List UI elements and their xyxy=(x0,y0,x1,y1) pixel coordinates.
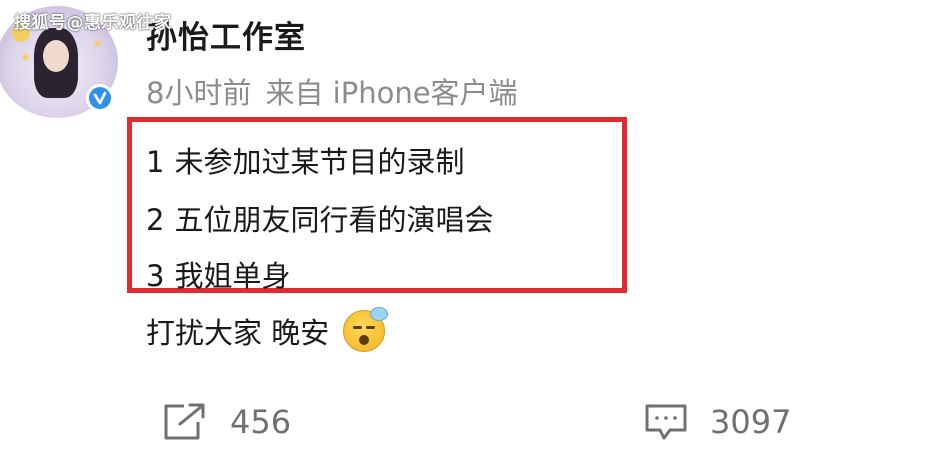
repost-icon xyxy=(164,403,205,440)
comment-icon xyxy=(645,404,687,440)
post-time: 8小时前 xyxy=(146,76,252,110)
verified-badge-icon xyxy=(86,84,114,112)
list-item: 2 五位朋友同行看的演唱会 xyxy=(146,203,494,237)
post-meta: 8小时前 来自 iPhone客户端 xyxy=(146,70,532,112)
list-item: 3 我姐单身 xyxy=(146,259,291,293)
comment-button[interactable]: 3097 xyxy=(644,402,791,442)
watermark: 搜狐号@惠乐观往家 xyxy=(14,13,172,33)
comment-count: 3097 xyxy=(710,403,792,441)
repost-button[interactable]: 456 xyxy=(162,402,291,442)
list-item: 1 未参加过某节目的录制 xyxy=(146,145,465,179)
post-source: 来自 iPhone客户端 xyxy=(265,76,518,110)
closing-line: 打扰大家 晚安 xyxy=(146,307,389,352)
closing-text: 打扰大家 晚安 xyxy=(146,316,330,350)
sleepy-face-emoji xyxy=(343,307,389,352)
repost-count: 456 xyxy=(230,403,292,441)
